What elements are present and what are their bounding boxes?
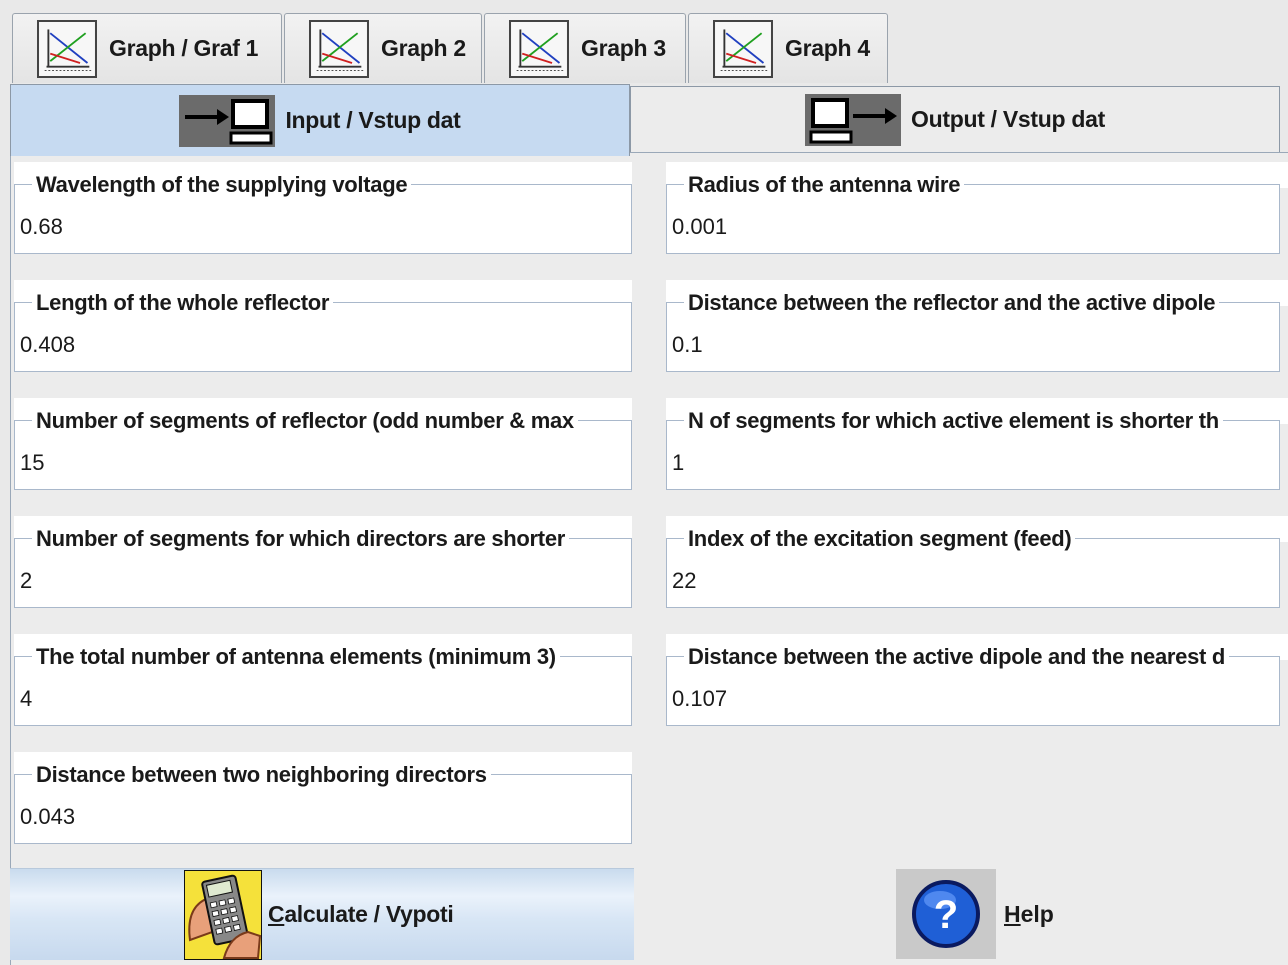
field-total-elements: The total number of antenna elements (mi… bbox=[14, 634, 632, 726]
io-tab-bar: Input / Vstup dat Output / Vstup dat bbox=[0, 84, 1288, 156]
excitation-index-input[interactable] bbox=[672, 564, 1232, 598]
field-label: Radius of the antenna wire bbox=[684, 172, 965, 198]
field-label: Distance between the active dipole and t… bbox=[684, 644, 1230, 670]
graph-tab-bar: Graph / Graf 1 Graph 2 Graph 3 Graph 4 bbox=[0, 0, 1288, 84]
svg-text:?: ? bbox=[934, 893, 958, 937]
total-elements-input[interactable] bbox=[20, 682, 577, 716]
calculate-button[interactable]: Calculate / Vypoti bbox=[10, 868, 634, 960]
active-shorter-segments-input[interactable] bbox=[672, 446, 1232, 480]
tab-output-label: Output / Vstup dat bbox=[911, 106, 1105, 132]
field-label: Length of the whole reflector bbox=[32, 290, 334, 316]
field-reflector-dipole-distance: Distance between the reflector and the a… bbox=[666, 280, 1288, 372]
tab-graph-4-label: Graph 4 bbox=[785, 35, 870, 61]
field-wavelength: Wavelength of the supplying voltage bbox=[14, 162, 632, 254]
tab-graph-3-label: Graph 3 bbox=[581, 35, 666, 61]
help-icon: ? bbox=[896, 869, 996, 959]
help-button-label: Help bbox=[1004, 900, 1054, 927]
field-dipole-director-distance: Distance between the active dipole and t… bbox=[666, 634, 1288, 726]
wavelength-input[interactable] bbox=[20, 210, 577, 244]
field-label: Distance between two neighboring directo… bbox=[32, 762, 491, 788]
field-label: Index of the excitation segment (feed) bbox=[684, 526, 1076, 552]
tab-graph-2[interactable]: Graph 2 bbox=[284, 13, 482, 83]
tab-graph-2-label: Graph 2 bbox=[381, 35, 466, 61]
field-label: N of segments for which active element i… bbox=[684, 408, 1223, 434]
field-excitation-index: Index of the excitation segment (feed) bbox=[666, 516, 1288, 608]
calculator-icon bbox=[184, 869, 262, 960]
reflector-dipole-distance-input[interactable] bbox=[672, 328, 1232, 362]
reflector-length-input[interactable] bbox=[20, 328, 577, 362]
wire-radius-input[interactable] bbox=[672, 210, 1232, 244]
field-label: The total number of antenna elements (mi… bbox=[32, 644, 560, 670]
output-computer-icon bbox=[805, 93, 902, 146]
calculate-button-label: Calculate / Vypoti bbox=[268, 901, 454, 927]
director-shorter-segments-input[interactable] bbox=[20, 564, 577, 598]
tab-graph-1-label: Graph / Graf 1 bbox=[109, 35, 259, 61]
field-reflector-segments: Number of segments of reflector (odd num… bbox=[14, 398, 632, 490]
tab-graph-3[interactable]: Graph 3 bbox=[484, 13, 686, 83]
field-label: Number of segments of reflector (odd num… bbox=[32, 408, 578, 434]
tab-output[interactable]: Output / Vstup dat bbox=[630, 86, 1280, 152]
graph-icon bbox=[713, 19, 773, 78]
input-computer-icon bbox=[179, 94, 276, 147]
graph-icon bbox=[509, 19, 569, 78]
field-reflector-length: Length of the whole reflector bbox=[14, 280, 632, 372]
tab-input[interactable]: Input / Vstup dat bbox=[10, 84, 630, 156]
field-director-shorter-segments: Number of segments for which directors a… bbox=[14, 516, 632, 608]
field-label: Wavelength of the supplying voltage bbox=[32, 172, 412, 198]
field-wire-radius: Radius of the antenna wire bbox=[666, 162, 1288, 254]
field-director-distance: Distance between two neighboring directo… bbox=[14, 752, 632, 844]
field-active-shorter-segments: N of segments for which active element i… bbox=[666, 398, 1288, 490]
dipole-director-distance-input[interactable] bbox=[672, 682, 1232, 716]
help-button[interactable]: ? Help bbox=[896, 868, 1066, 960]
tab-graph-1[interactable]: Graph / Graf 1 bbox=[12, 13, 282, 83]
field-label: Distance between the reflector and the a… bbox=[684, 290, 1220, 316]
graph-icon bbox=[37, 19, 97, 78]
reflector-segments-input[interactable] bbox=[20, 446, 577, 480]
graph-icon bbox=[309, 19, 369, 78]
tab-input-label: Input / Vstup dat bbox=[285, 107, 461, 133]
tab-graph-4[interactable]: Graph 4 bbox=[688, 13, 888, 83]
director-distance-input[interactable] bbox=[20, 800, 577, 834]
field-label: Number of segments for which directors a… bbox=[32, 526, 570, 552]
